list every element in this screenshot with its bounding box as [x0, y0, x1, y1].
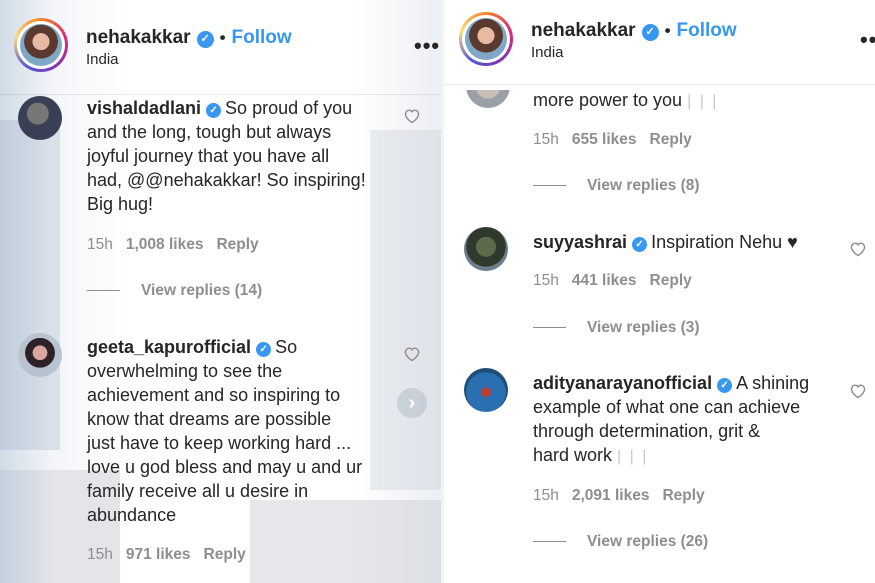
profile-avatar[interactable]	[459, 12, 513, 66]
follow-button[interactable]: Follow	[677, 20, 737, 41]
emoji-placeholder-icon: | | |	[617, 448, 649, 465]
reply-button[interactable]: Reply	[650, 272, 692, 289]
next-chevron-icon[interactable]: ›	[397, 388, 427, 418]
view-replies-label: View replies (26)	[587, 533, 709, 550]
comment-text-line: overwhelming to see the	[87, 361, 283, 381]
follow-button[interactable]: Follow	[232, 27, 292, 48]
header-username[interactable]: nehakakkar	[531, 20, 636, 41]
verified-badge-icon: ✓	[206, 103, 222, 118]
view-replies-button[interactable]: View replies (26)	[533, 533, 708, 551]
comment-adityanarayanofficial: adityanarayanofficial ✓ A shining example …	[533, 371, 853, 469]
comment-text-line: joyful journey that you have all	[87, 146, 330, 166]
comment-username[interactable]: geeta_kapurofficial	[87, 337, 251, 357]
comment-username[interactable]: vishaldadlani	[87, 98, 201, 118]
more-options-icon[interactable]: •••	[414, 33, 440, 59]
comment-time[interactable]: 15h	[533, 272, 559, 289]
comment-likes[interactable]: 2,091 likes	[572, 487, 650, 504]
comment-likes[interactable]: 441 likes	[572, 272, 637, 289]
header-username-row: nehakakkar ✓ • Follow	[531, 20, 737, 42]
comment-suyyashrai: suyyashrai ✓ Inspiration Nehu ♥	[533, 230, 798, 254]
comment-text-line: family receive all u desire in	[87, 481, 309, 501]
comment-text-line: So	[275, 337, 298, 357]
comment-text-line: just have to keep working hard ...	[87, 433, 352, 453]
header-divider	[444, 84, 875, 85]
emoji-placeholder-icon: | | |	[687, 93, 719, 110]
comment-avatar-adityanarayanofficial[interactable]	[464, 368, 508, 412]
comment-text-line: love u god bless and may u and ur	[87, 457, 363, 477]
comment-geeta-kapurofficial: geeta_kapurofficial ✓ So overwhelming to s…	[87, 335, 417, 527]
like-heart-icon[interactable]	[403, 108, 421, 124]
view-replies-button[interactable]: View replies (3)	[533, 319, 700, 337]
comment-text-line: through determination, grit &	[533, 421, 761, 441]
verified-badge-icon: ✓	[256, 342, 272, 357]
left-post-panel: nehakakkar ✓ • Follow India ••• vishaldadla…	[0, 0, 441, 583]
view-replies-label: View replies (8)	[587, 177, 700, 194]
comment-likes[interactable]: 1,008 likes	[126, 236, 204, 253]
view-replies-button[interactable]: View replies (14)	[87, 282, 262, 300]
separator-dot: •	[664, 21, 671, 40]
comment-text-line: had, @@nehakakkar! So inspiring!	[87, 170, 366, 190]
header-location[interactable]: India	[531, 44, 564, 61]
comment-text-line: Big hug!	[87, 194, 154, 214]
comment-text-line: So proud of you	[225, 98, 353, 118]
comment-text-line: more power to you	[533, 90, 683, 110]
reply-button[interactable]: Reply	[650, 131, 692, 148]
comment-partial: more power to you | | |	[533, 88, 718, 114]
view-replies-label: View replies (3)	[587, 319, 700, 336]
comment-meta: 15h 655 likes Reply	[533, 131, 705, 149]
like-heart-icon[interactable]	[849, 241, 867, 257]
post-header: nehakakkar ✓ • Follow India •••	[444, 0, 875, 92]
comment-vishaldadlani: vishaldadlani ✓ So proud of you and the lo…	[87, 96, 417, 216]
comment-time[interactable]: 15h	[87, 236, 113, 253]
comment-text-line: know that dreams are possible	[87, 409, 332, 429]
black-heart-emoji-icon: ♥	[787, 232, 798, 252]
comment-text-line: achievement and so inspiring to	[87, 385, 341, 405]
comment-avatar-vishaldadlani[interactable]	[18, 96, 62, 140]
right-post-panel: nehakakkar ✓ • Follow India ••• more power …	[444, 0, 875, 583]
view-replies-button[interactable]: View replies (8)	[533, 177, 700, 195]
more-options-icon[interactable]: •••	[860, 27, 875, 53]
comment-likes[interactable]: 655 likes	[572, 131, 637, 148]
verified-badge-icon: ✓	[196, 31, 214, 48]
like-heart-icon[interactable]	[849, 383, 867, 399]
separator-dot: •	[219, 28, 226, 47]
reply-button[interactable]: Reply	[204, 546, 246, 563]
comment-text: Inspiration Nehu	[651, 232, 783, 252]
comment-text-line: hard work	[533, 445, 613, 465]
like-heart-icon[interactable]	[403, 346, 421, 362]
header-location[interactable]: India	[86, 51, 119, 68]
comment-text-line: example of what one can achieve	[533, 397, 801, 417]
comment-username[interactable]: adityanarayanofficial	[533, 373, 712, 393]
comment-time[interactable]: 15h	[87, 546, 113, 563]
view-replies-label: View replies (14)	[141, 282, 263, 299]
comment-text-line: and the long, tough but always	[87, 122, 332, 142]
reply-button[interactable]: Reply	[216, 236, 258, 253]
comment-text-line: abundance	[87, 505, 177, 525]
comment-meta: 15h 1,008 likes Reply	[87, 236, 272, 254]
reply-button[interactable]: Reply	[662, 487, 704, 504]
header-divider	[0, 94, 441, 95]
comment-time[interactable]: 15h	[533, 131, 559, 148]
header-username[interactable]: nehakakkar	[86, 27, 191, 48]
post-header: nehakakkar ✓ • Follow India •••	[0, 0, 441, 92]
comment-time[interactable]: 15h	[533, 487, 559, 504]
verified-badge-icon: ✓	[717, 378, 733, 393]
comment-username[interactable]: suyyashrai	[533, 232, 627, 252]
comment-meta: 15h 2,091 likes Reply	[533, 487, 718, 505]
profile-avatar[interactable]	[14, 18, 68, 72]
comment-avatar-geeta-kapurofficial[interactable]	[18, 333, 62, 377]
comment-meta: 15h 971 likes Reply	[87, 546, 259, 564]
verified-badge-icon: ✓	[632, 237, 648, 252]
header-username-row: nehakakkar ✓ • Follow	[86, 27, 292, 49]
verified-badge-icon: ✓	[641, 24, 659, 41]
comment-likes[interactable]: 971 likes	[126, 546, 191, 563]
comment-meta: 15h 441 likes Reply	[533, 272, 705, 290]
comment-text-line: A shining	[736, 373, 810, 393]
comment-avatar-suyyashrai[interactable]	[464, 227, 508, 271]
